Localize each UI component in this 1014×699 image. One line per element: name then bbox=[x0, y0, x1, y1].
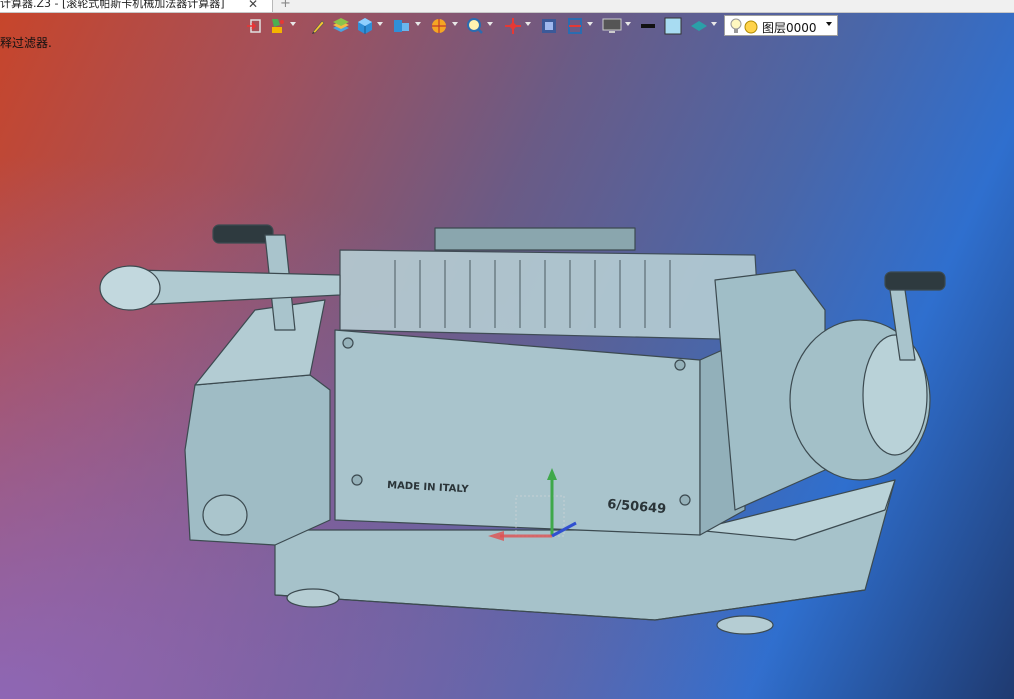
view-toolbar: 图层0000 bbox=[240, 15, 840, 37]
chevron-down-icon[interactable] bbox=[826, 22, 832, 26]
cube-view-dropdown[interactable] bbox=[377, 22, 383, 26]
layer-selector[interactable]: 图层0000 bbox=[724, 15, 838, 36]
document-tab[interactable]: 计算器.Z3 - [滚轮式帕斯卡机械加法器计算器] ✕ bbox=[0, 0, 273, 12]
fill-color-icon[interactable] bbox=[664, 17, 682, 35]
pan-dropdown[interactable] bbox=[525, 22, 531, 26]
3d-viewport[interactable]: 计算器.Z3 - [滚轮式帕斯卡机械加法器计算器] ✕ + 释过滤器. 图层00… bbox=[0, 0, 1014, 699]
layer-stack-icon[interactable] bbox=[332, 17, 350, 35]
section-icon[interactable] bbox=[566, 17, 584, 35]
document-tab-title: 计算器.Z3 - [滚轮式帕斯卡机械加法器计算器] bbox=[0, 0, 225, 10]
model-carriage bbox=[339, 249, 761, 341]
part-dropdown[interactable] bbox=[415, 22, 421, 26]
bulb-icon[interactable] bbox=[729, 17, 743, 39]
section-dropdown[interactable] bbox=[587, 22, 593, 26]
pencil-icon[interactable] bbox=[310, 17, 326, 35]
paint-dropdown[interactable] bbox=[290, 22, 296, 26]
pan-icon[interactable] bbox=[504, 17, 522, 35]
render-icon[interactable] bbox=[430, 17, 448, 35]
model-crank-handle bbox=[212, 224, 274, 244]
layer-label: 图层0000 bbox=[762, 21, 817, 35]
status-hint: 释过滤器. bbox=[0, 36, 52, 50]
document-tab-bar: 计算器.Z3 - [滚轮式帕斯卡机械加法器计算器] ✕ + bbox=[0, 0, 1014, 13]
cube-view-icon[interactable] bbox=[356, 17, 374, 35]
fit-view-icon[interactable] bbox=[540, 17, 558, 35]
zoom-dropdown[interactable] bbox=[487, 22, 493, 26]
display-icon[interactable] bbox=[602, 17, 622, 35]
surface-icon[interactable] bbox=[690, 17, 708, 35]
model-long-lever bbox=[134, 269, 341, 306]
axis-triad-icon bbox=[488, 468, 577, 541]
surface-dropdown[interactable] bbox=[711, 22, 717, 26]
line-color-icon[interactable] bbox=[640, 17, 656, 35]
zoom-icon[interactable] bbox=[466, 17, 484, 35]
close-tab-icon[interactable]: ✕ bbox=[248, 0, 258, 11]
new-tab-icon[interactable]: + bbox=[280, 0, 291, 11]
display-dropdown[interactable] bbox=[625, 22, 631, 26]
layer-light-icon bbox=[744, 19, 758, 38]
part-icon[interactable] bbox=[392, 17, 412, 35]
paint-icon[interactable] bbox=[268, 17, 286, 35]
render-dropdown[interactable] bbox=[452, 22, 458, 26]
exit-sketch-icon[interactable] bbox=[246, 17, 262, 35]
adding-machine-model[interactable]: MADE IN ITALY 6/50649 bbox=[95, 210, 955, 640]
